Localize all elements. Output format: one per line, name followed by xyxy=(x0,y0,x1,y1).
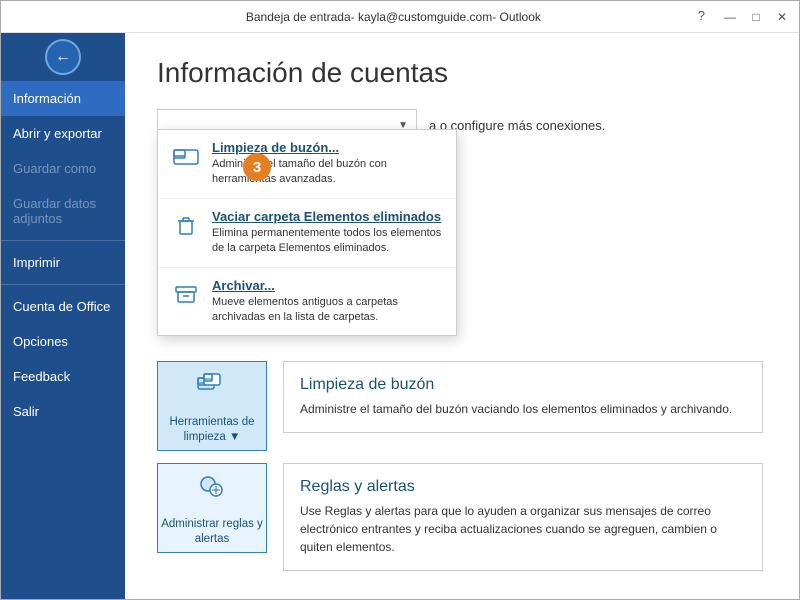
limpieza-card: Limpieza de buzón Administre el tamaño d… xyxy=(283,361,763,433)
page-title: Información de cuentas xyxy=(157,57,767,89)
sidebar-item-informacion[interactable]: Información xyxy=(1,81,125,116)
cleanup-tools-label: Herramientas de limpieza ▼ xyxy=(158,415,266,445)
sidebar-item-imprimir[interactable]: Imprimir xyxy=(1,245,125,280)
sidebar-item-feedback[interactable]: Feedback xyxy=(1,359,125,394)
dropdown-item-vaciar-text: Vaciar carpeta Elementos eliminados Elim… xyxy=(212,209,444,257)
sidebar-item-cuenta-office[interactable]: Cuenta de Office xyxy=(1,289,125,324)
badge-3: 3 xyxy=(243,153,271,181)
title-bar-title: Bandeja de entrada- kayla@customguide.co… xyxy=(89,10,698,24)
admin-rules-label: Administrar reglas y alertas xyxy=(158,517,266,547)
rules-icon xyxy=(194,470,230,513)
cleanup-tools-button[interactable]: Herramientas de limpieza ▼ xyxy=(157,361,267,451)
main-layout: ← Información Abrir y exportar Guardar c… xyxy=(1,33,799,599)
dropdown-item-limpieza-title: Limpieza de buzón... xyxy=(212,140,444,155)
restore-button[interactable]: □ xyxy=(747,8,765,26)
title-bar-controls: ? — □ ✕ xyxy=(698,8,791,26)
sidebar-item-salir[interactable]: Salir xyxy=(1,394,125,429)
back-icon: ← xyxy=(55,48,71,66)
dropdown-item-vaciar-title: Vaciar carpeta Elementos eliminados xyxy=(212,209,444,224)
help-button[interactable]: ? xyxy=(698,8,705,26)
close-button[interactable]: ✕ xyxy=(773,8,791,26)
dropdown-item-archivar[interactable]: Archivar... Mueve elementos antiguos a c… xyxy=(158,268,456,336)
reglas-card: Reglas y alertas Use Reglas y alertas pa… xyxy=(283,463,763,571)
dropdown-item-limpieza[interactable]: Limpieza de buzón... Administra el tamañ… xyxy=(158,130,456,199)
limpieza-card-title: Limpieza de buzón xyxy=(300,376,746,394)
sidebar: ← Información Abrir y exportar Guardar c… xyxy=(1,33,125,599)
sidebar-top: ← xyxy=(1,33,125,81)
dropdown-item-archivar-desc: Mueve elementos antiguos a carpetas arch… xyxy=(212,295,444,326)
sidebar-divider-1 xyxy=(1,240,125,241)
limpieza-card-text: Administre el tamaño del buzón vaciando … xyxy=(300,400,746,418)
sidebar-item-guardar-datos: Guardar datos adjuntos xyxy=(1,186,125,236)
cleanup-icon xyxy=(194,368,230,411)
admin-rules-button[interactable]: Administrar reglas y alertas xyxy=(157,463,267,553)
reglas-card-title: Reglas y alertas xyxy=(300,478,746,496)
sidebar-item-abrir-exportar[interactable]: Abrir y exportar xyxy=(1,116,125,151)
sidebar-item-opciones[interactable]: Opciones xyxy=(1,324,125,359)
sidebar-item-guardar-como: Guardar como xyxy=(1,151,125,186)
dropdown-item-archivar-title: Archivar... xyxy=(212,278,444,293)
archive-icon xyxy=(170,278,202,310)
back-button[interactable]: ← xyxy=(45,39,81,75)
dropdown-item-archivar-text: Archivar... Mueve elementos antiguos a c… xyxy=(212,278,444,326)
mailbox-clean-icon xyxy=(170,140,202,172)
dropdown-item-vaciar-desc: Elimina permanentemente todos los elemen… xyxy=(212,226,444,257)
minimize-button[interactable]: — xyxy=(721,8,739,26)
dropdown-menu: Limpieza de buzón... Administra el tamañ… xyxy=(157,129,457,336)
title-bar: Bandeja de entrada- kayla@customguide.co… xyxy=(1,1,799,33)
sidebar-divider-2 xyxy=(1,284,125,285)
trash-icon xyxy=(170,209,202,241)
reglas-card-text: Use Reglas y alertas para que lo ayuden … xyxy=(300,502,746,556)
content-area: Información de cuentas ▼ a o configure m… xyxy=(125,33,799,599)
dropdown-item-vaciar[interactable]: Vaciar carpeta Elementos eliminados Elim… xyxy=(158,199,456,268)
